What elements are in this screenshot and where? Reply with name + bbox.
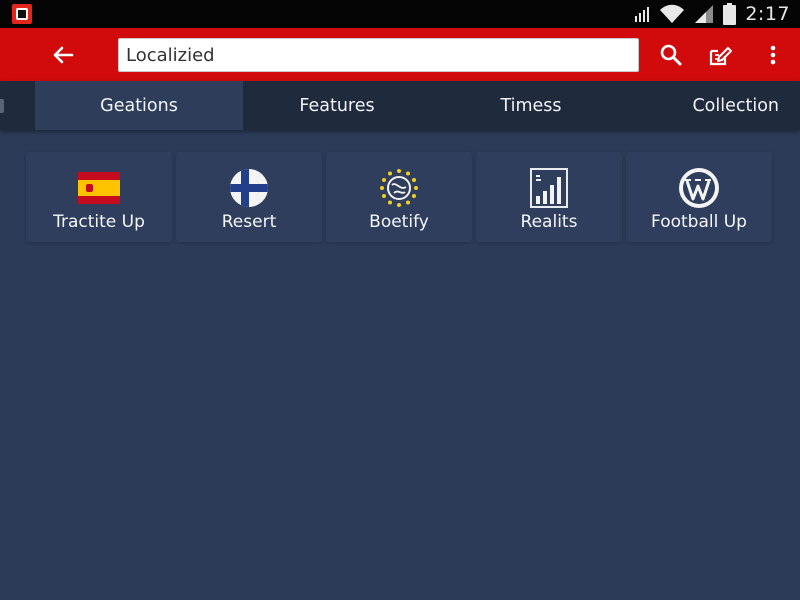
back-arrow-icon <box>53 46 74 64</box>
status-icons: 2:17 <box>634 2 790 26</box>
wordpress-icon <box>678 168 720 208</box>
battery-icon <box>723 3 737 25</box>
search-button[interactable] <box>653 37 689 73</box>
clock: 2:17 <box>745 3 790 25</box>
cell-signal-icon <box>695 5 714 23</box>
status-bar: 2:17 <box>0 0 800 28</box>
tab-label: Timess <box>500 95 562 116</box>
grid-item-label: Resert <box>221 212 277 232</box>
bar-chart-icon <box>528 168 570 208</box>
finland-flag-icon <box>228 168 270 208</box>
tab-label: Geations <box>100 95 178 116</box>
edit-icon <box>709 47 732 66</box>
wifi-icon <box>660 4 685 23</box>
grid-item-label: Boetify <box>369 212 429 232</box>
grid-item-resert[interactable]: Resert <box>176 152 322 242</box>
tab-timess[interactable]: Timess <box>431 81 631 130</box>
tab-geations[interactable]: Geations <box>35 81 243 130</box>
search-input[interactable] <box>118 38 639 72</box>
grid-item-label: Football Up <box>651 212 747 232</box>
search-icon <box>660 44 682 66</box>
signal-icon <box>635 7 650 22</box>
globe-stars-icon <box>378 168 420 208</box>
grid-item-label: Tractite Up <box>53 212 145 232</box>
tab-collection[interactable]: Collection <box>631 81 800 130</box>
more-options-button[interactable] <box>755 37 791 73</box>
tab-scroll-indicator <box>0 99 4 113</box>
edit-button[interactable] <box>703 37 739 73</box>
grid-item-boetify[interactable]: Boetify <box>326 152 472 242</box>
back-button[interactable] <box>44 36 82 74</box>
grid-item-tractite-up[interactable]: Tractite Up <box>26 152 172 242</box>
spain-flag-icon <box>78 168 120 208</box>
app-grid: Tractite Up Resert Boetify Realits Footb… <box>26 152 774 242</box>
grid-item-label: Realits <box>520 212 578 232</box>
grid-item-football-up[interactable]: Football Up <box>626 152 772 242</box>
grid-item-realits[interactable]: Realits <box>476 152 622 242</box>
tab-label: Collection <box>692 95 779 116</box>
app-notification-icon <box>12 4 32 24</box>
app-toolbar <box>0 28 800 81</box>
tab-features[interactable]: Features <box>243 81 431 130</box>
tab-bar: Geations Features Timess Collection <box>0 81 800 130</box>
tab-label: Features <box>299 95 375 116</box>
more-vert-icon <box>770 45 776 65</box>
